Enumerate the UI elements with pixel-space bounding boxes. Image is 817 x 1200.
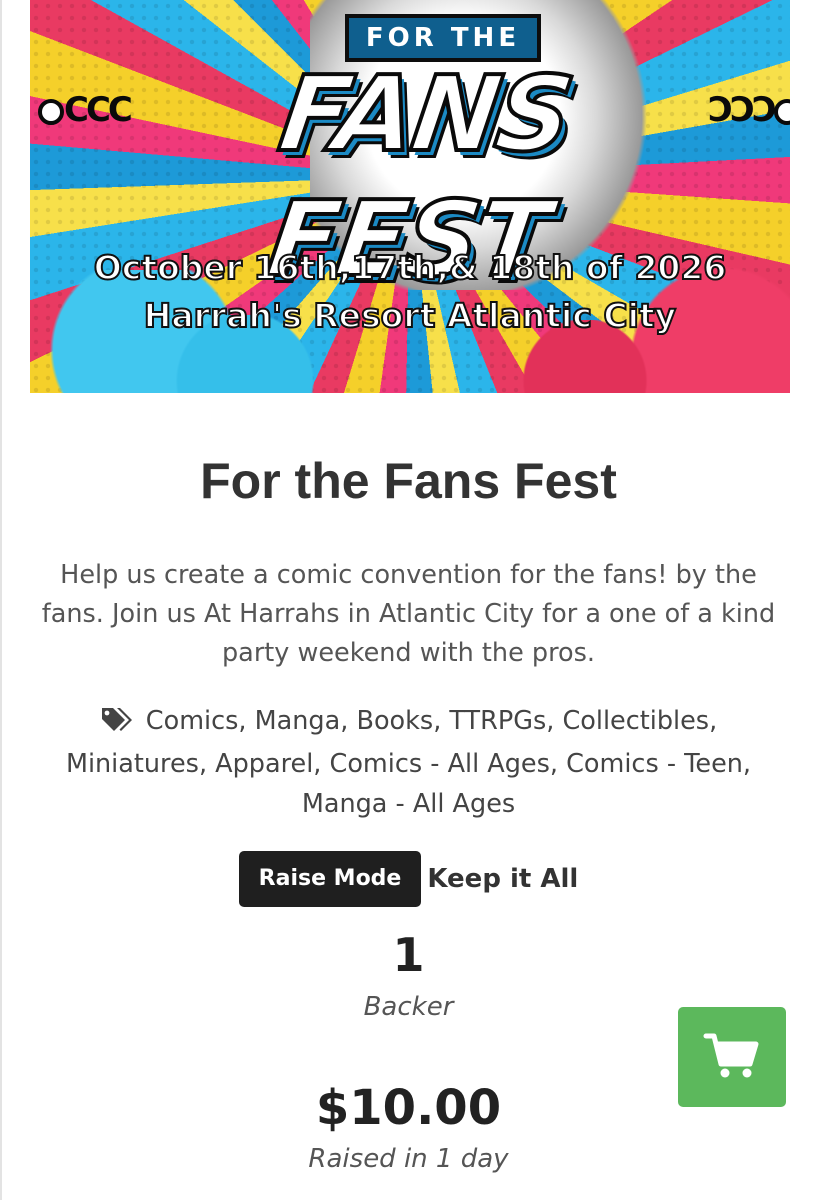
campaign-tags: Comics, Manga, Books, TTRPGs, Collectibl… [30, 701, 787, 824]
banner-ornament-left: CCC [38, 90, 158, 130]
raise-mode-row: Raise Mode Keep it All [0, 851, 817, 907]
campaign-description: Help us create a comic convention for th… [41, 560, 776, 668]
raise-mode-value: Keep it All [427, 864, 579, 894]
ornament-dot [38, 98, 64, 125]
backers-count: 1 [392, 928, 425, 982]
campaign-title: For the Fans Fest [200, 453, 617, 509]
raise-mode-button[interactable]: Raise Mode [238, 851, 422, 907]
banner-dates: October 16th,17th,& 18th of 2026 [93, 247, 728, 288]
ornament-dot [774, 98, 790, 125]
tags-icon [100, 704, 134, 744]
campaign-banner-image: CCC ƆƆƆ FOR THE FANS FEST October 16th,1… [30, 0, 790, 393]
banner-fans-fest-logo: FANS FEST [259, 51, 580, 302]
tags-text: Comics, Manga, Books, TTRPGs, Collectibl… [65, 706, 752, 819]
ornament-text: CCC [64, 90, 133, 130]
shopping-cart-icon [703, 1030, 761, 1085]
banner-venue: Harrah's Resort Atlantic City [143, 295, 677, 336]
raised-label: Raised in 1 day [308, 1144, 509, 1174]
ornament-text: ƆƆƆ [708, 90, 777, 130]
raised-amount: $10.00 [315, 1080, 502, 1136]
